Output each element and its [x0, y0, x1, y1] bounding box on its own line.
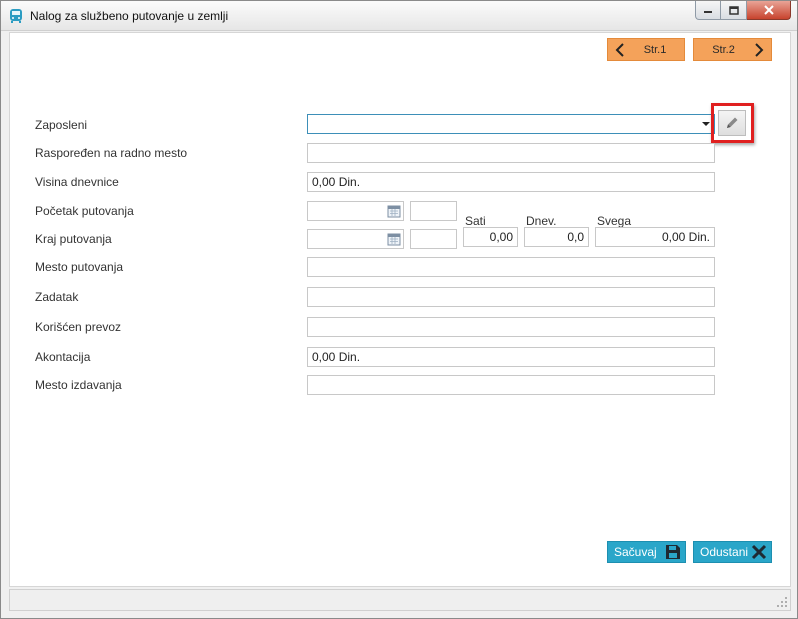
kraj-label: Kraj putovanja — [35, 232, 112, 246]
pocetak-time-field[interactable] — [410, 201, 457, 221]
next-page-button[interactable]: Str.2 — [693, 38, 772, 61]
resize-grip-icon[interactable] — [776, 596, 788, 608]
chevron-right-icon — [755, 42, 764, 57]
mesto-putovanja-label: Mesto putovanja — [35, 260, 124, 274]
status-bar — [9, 589, 791, 611]
sati-label: Sati — [465, 214, 486, 228]
dialog-window: Nalog za službeno putovanje u zemlji Str… — [0, 0, 798, 619]
save-label: Sačuvaj — [614, 545, 657, 559]
prev-page-label: Str.1 — [643, 43, 667, 56]
minimize-button[interactable] — [695, 1, 721, 20]
next-page-label: Str.2 — [712, 43, 735, 56]
mesto-izdavanja-label: Mesto izdavanja — [35, 378, 122, 392]
maximize-button[interactable] — [721, 1, 747, 20]
dnevnica-field[interactable]: 0,00 Din. — [307, 172, 715, 192]
pocetak-label: Početak putovanja — [35, 204, 134, 218]
close-x-icon — [751, 544, 767, 560]
zadatak-field[interactable] — [307, 287, 715, 307]
radno-mesto-label: Raspoređen na radno mesto — [35, 146, 188, 160]
calendar-icon[interactable] — [387, 204, 401, 218]
kraj-time-field[interactable] — [410, 229, 457, 249]
akontacija-field[interactable]: 0,00 Din. — [307, 347, 715, 367]
sati-field[interactable]: 0,00 — [463, 227, 518, 247]
maximize-icon — [728, 5, 739, 15]
floppy-disk-icon — [666, 545, 680, 559]
svega-field[interactable]: 0,00 Din. — [595, 227, 715, 247]
cancel-label: Odustani — [700, 545, 749, 559]
zadatak-label: Zadatak — [35, 290, 79, 304]
window-title: Nalog za službeno putovanje u zemlji — [30, 9, 229, 23]
highlight-box — [711, 103, 754, 143]
dnev-label: Dnev. — [526, 214, 557, 228]
pocetak-date-field[interactable] — [307, 201, 404, 221]
prevoz-field[interactable] — [307, 317, 715, 337]
zaposleni-select[interactable] — [307, 114, 715, 134]
dnev-field[interactable]: 0,0 — [524, 227, 589, 247]
mesto-putovanja-field[interactable] — [307, 257, 715, 277]
save-button[interactable]: Sačuvaj — [607, 541, 686, 563]
chevron-left-icon — [615, 42, 624, 57]
kraj-date-field[interactable] — [307, 229, 404, 249]
prevoz-label: Korišćen prevoz — [35, 320, 122, 334]
zaposleni-label: Zaposleni — [35, 118, 88, 132]
close-icon — [763, 5, 774, 15]
title-bar[interactable]: Nalog za službeno putovanje u zemlji — [1, 1, 797, 31]
dnevnica-label: Visina dnevnice — [35, 175, 119, 189]
radno-mesto-field[interactable] — [307, 143, 715, 163]
svega-label: Svega — [597, 214, 632, 228]
akontacija-label: Akontacija — [35, 350, 91, 364]
calendar-icon[interactable] — [387, 232, 401, 246]
minimize-icon — [704, 11, 712, 13]
close-button[interactable] — [747, 1, 791, 20]
bus-icon — [10, 9, 22, 23]
cancel-button[interactable]: Odustani — [693, 541, 772, 563]
dropdown-arrow-icon[interactable] — [702, 122, 710, 126]
prev-page-button[interactable]: Str.1 — [607, 38, 685, 61]
mesto-izdavanja-field[interactable] — [307, 375, 715, 395]
